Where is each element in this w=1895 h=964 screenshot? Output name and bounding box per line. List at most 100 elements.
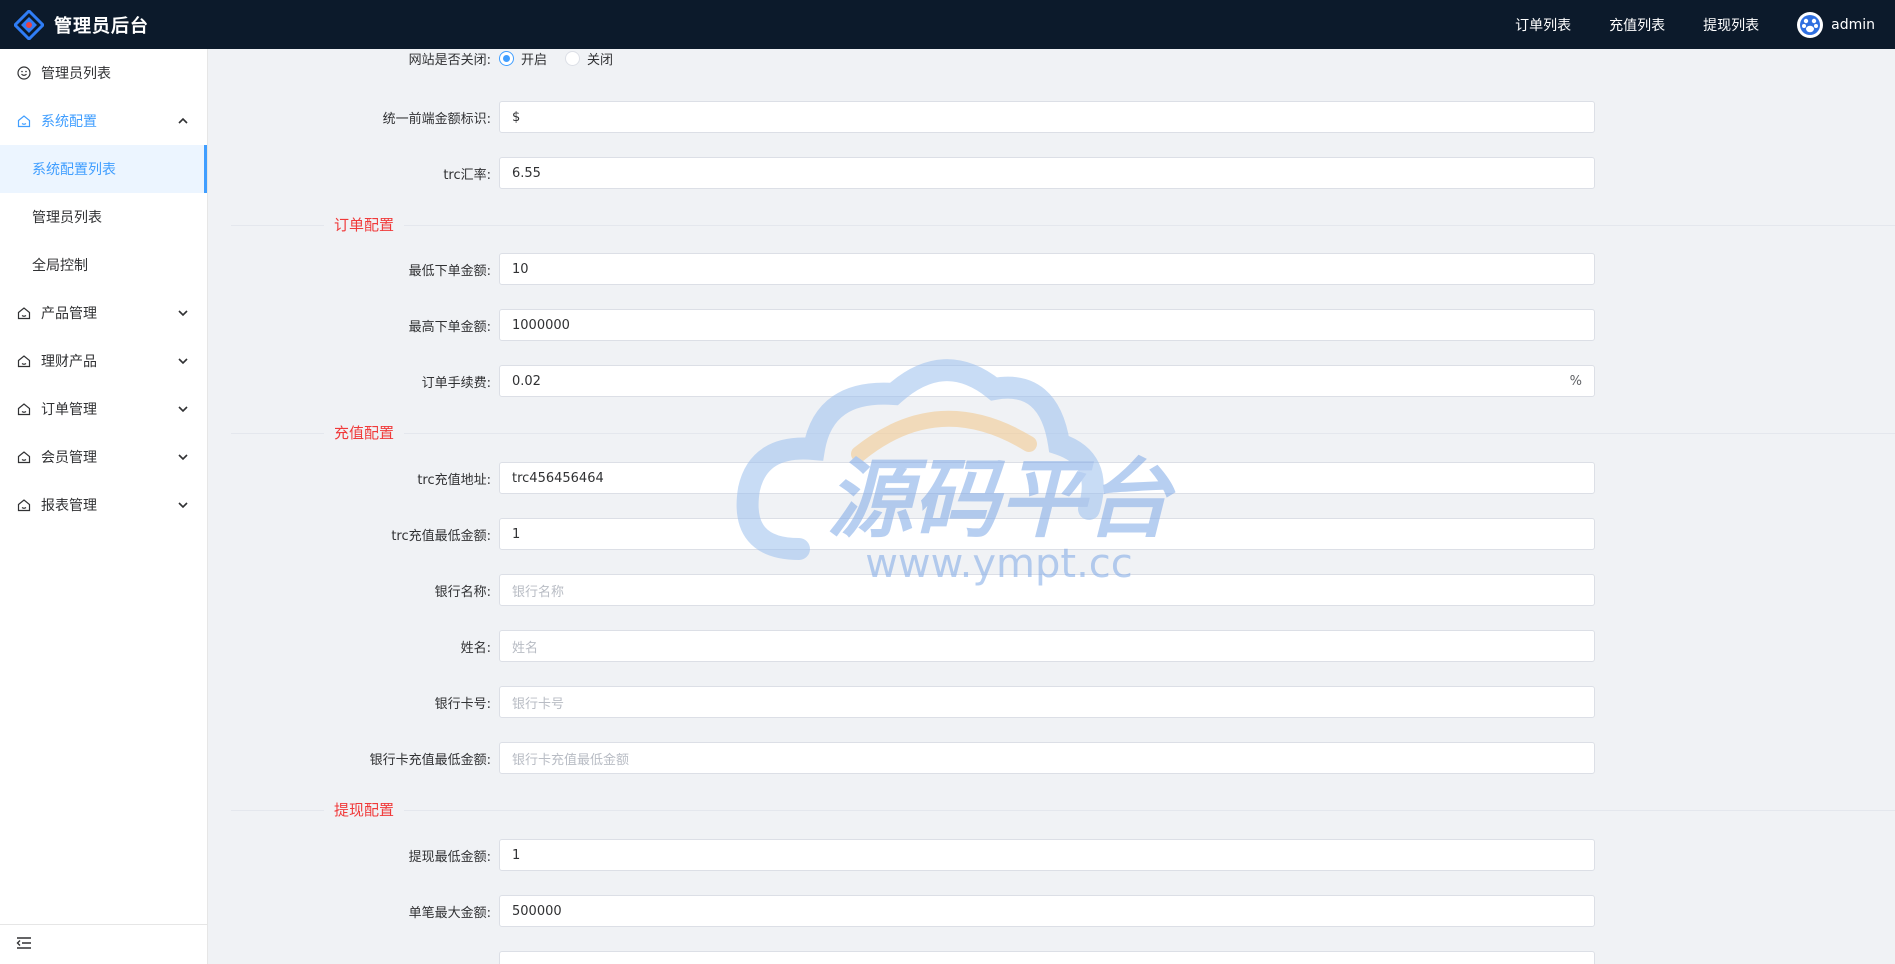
radio-label: 关闭: [587, 52, 614, 68]
holder-name-input[interactable]: 姓名: [499, 630, 1595, 662]
trc-address-input[interactable]: trc456456464: [499, 462, 1595, 494]
section-title-order: 订单配置: [324, 214, 405, 235]
form-row-order-fee: 订单手续费: 0.02 %: [209, 365, 1895, 397]
home-icon: [16, 449, 32, 465]
logo[interactable]: 管理员后台: [0, 8, 149, 41]
home-icon: [16, 353, 32, 369]
form-label: 最高下单金额:: [408, 319, 491, 335]
form-label: 单笔最大金额:: [408, 905, 491, 921]
order-fee-input[interactable]: 0.02 %: [499, 365, 1595, 397]
sidebar-item-product-management[interactable]: 产品管理: [0, 289, 207, 337]
home-icon: [16, 497, 32, 513]
sidebar-item-label: 管理员列表: [41, 66, 111, 82]
radio-dot: [565, 50, 581, 66]
sidebar-item-member-management[interactable]: 会员管理: [0, 433, 207, 481]
form-label: 最低下单金额:: [408, 263, 491, 279]
chevron-up-icon: [177, 115, 189, 127]
order-fee-value: 0.02: [512, 373, 541, 389]
form-row-bank-card: 银行卡号: 银行卡号: [209, 686, 1895, 718]
collapse-sidebar-button[interactable]: [0, 924, 208, 964]
sidebar-item-label: 订单管理: [41, 402, 97, 418]
form-label: 银行名称:: [434, 584, 491, 600]
form-row-trc-min: trc充值最低金额: 1: [209, 518, 1895, 550]
radio-open[interactable]: 开启: [499, 49, 547, 68]
bank-min-input[interactable]: 银行卡充值最低金额: [499, 742, 1595, 774]
sidebar-item-label: 会员管理: [41, 450, 97, 466]
form-row-max-order: 最高下单金额: 1000000: [209, 309, 1895, 341]
user-menu[interactable]: admin: [1797, 11, 1875, 38]
nav-order-list[interactable]: 订单列表: [1515, 15, 1571, 35]
form-label: 提现最低金额:: [408, 849, 491, 865]
section-title-withdraw: 提现配置: [324, 799, 405, 820]
sidebar-item-wealth-products[interactable]: 理财产品: [0, 337, 207, 385]
form-label: trc汇率:: [443, 167, 491, 183]
sidebar-subitem-global-control[interactable]: 全局控制: [0, 241, 207, 289]
form-label: 姓名:: [460, 640, 491, 656]
max-order-input[interactable]: 1000000: [499, 309, 1595, 341]
withdraw-min-input[interactable]: 1: [499, 839, 1595, 871]
currency-symbol-input[interactable]: $: [499, 101, 1595, 133]
sidebar-item-report-management[interactable]: 报表管理: [0, 481, 207, 529]
min-order-input[interactable]: 10: [499, 253, 1595, 285]
config-form: 网站是否关闭: 开启 关闭 统一前端金额标识: $ trc汇率: 6.55 订单…: [209, 49, 1895, 964]
form-label: trc充值地址:: [417, 472, 491, 488]
section-title-recharge: 充值配置: [324, 422, 405, 443]
form-label: 银行卡号:: [434, 696, 491, 712]
sidebar-item-label: 报表管理: [41, 498, 97, 514]
app-title: 管理员后台: [54, 15, 149, 37]
chevron-down-icon: [177, 499, 189, 511]
top-nav: 订单列表 充值列表 提现列表 admin: [1515, 0, 1895, 49]
single-max-input[interactable]: 500000: [499, 895, 1595, 927]
nav-recharge-list[interactable]: 充值列表: [1609, 15, 1665, 35]
sidebar-item-label: 理财产品: [41, 354, 97, 370]
sidebar-item-admin-list[interactable]: 管理员列表: [0, 49, 207, 97]
chevron-down-icon: [177, 355, 189, 367]
bank-name-input[interactable]: 银行名称: [499, 574, 1595, 606]
trc-min-input[interactable]: 1: [499, 518, 1595, 550]
partial-input[interactable]: [499, 951, 1595, 964]
radio-dot: [499, 50, 514, 66]
form-label: 订单手续费:: [421, 375, 491, 391]
radio-label: 开启: [521, 52, 548, 68]
logo-icon: [12, 8, 46, 41]
avatar: [1797, 11, 1824, 38]
sidebar-subitem-admin-list[interactable]: 管理员列表: [0, 193, 207, 241]
sidebar-item-order-management[interactable]: 订单管理: [0, 385, 207, 433]
section-divider: [231, 225, 1895, 226]
form-row-site-closed: 网站是否关闭: 开启 关闭: [209, 49, 1895, 74]
sidebar-subitem-system-config-list[interactable]: 系统配置列表: [0, 145, 207, 193]
bank-card-input[interactable]: 银行卡号: [499, 686, 1595, 718]
section-divider: [231, 433, 1895, 434]
form-row-trc-address: trc充值地址: trc456456464: [209, 462, 1895, 494]
radio-close[interactable]: 关闭: [565, 49, 613, 68]
chevron-down-icon: [177, 451, 189, 463]
chevron-down-icon: [177, 307, 189, 319]
form-row-single-max: 单笔最大金额: 500000: [209, 895, 1895, 927]
section-divider: [231, 810, 1895, 811]
user-name: admin: [1831, 16, 1875, 33]
chevron-down-icon: [177, 403, 189, 415]
form-row-trc-rate: trc汇率: 6.55: [209, 157, 1895, 189]
form-label: 网站是否关闭:: [408, 52, 491, 68]
sidebar-item-label: 产品管理: [41, 306, 97, 322]
smile-icon: [16, 65, 32, 81]
percent-suffix: %: [1569, 373, 1582, 389]
form-row-bank-name: 银行名称: 银行名称: [209, 574, 1895, 606]
form-row-currency-symbol: 统一前端金额标识: $: [209, 101, 1895, 133]
collapse-menu-icon: [16, 936, 32, 954]
home-icon: [16, 113, 32, 129]
form-row-min-order: 最低下单金额: 10: [209, 253, 1895, 285]
form-row-bank-min: 银行卡充值最低金额: 银行卡充值最低金额: [209, 742, 1895, 774]
sidebar-item-system-config[interactable]: 系统配置: [0, 97, 207, 145]
form-row-holder-name: 姓名: 姓名: [209, 630, 1895, 662]
home-icon: [16, 305, 32, 321]
form-label: trc充值最低金额:: [391, 528, 491, 544]
top-header: 管理员后台 订单列表 充值列表 提现列表 admin: [0, 0, 1895, 49]
nav-withdraw-list[interactable]: 提现列表: [1703, 15, 1759, 35]
form-row-withdraw-min: 提现最低金额: 1: [209, 839, 1895, 871]
home-icon: [16, 401, 32, 417]
trc-rate-input[interactable]: 6.55: [499, 157, 1595, 189]
site-closed-radio-group: 开启 关闭: [499, 49, 631, 68]
sidebar-item-label: 系统配置: [41, 114, 97, 130]
sidebar: 管理员列表 系统配置 系统配置列表 管理员列表 全局控制 产品管理 理财产品 订…: [0, 49, 208, 964]
